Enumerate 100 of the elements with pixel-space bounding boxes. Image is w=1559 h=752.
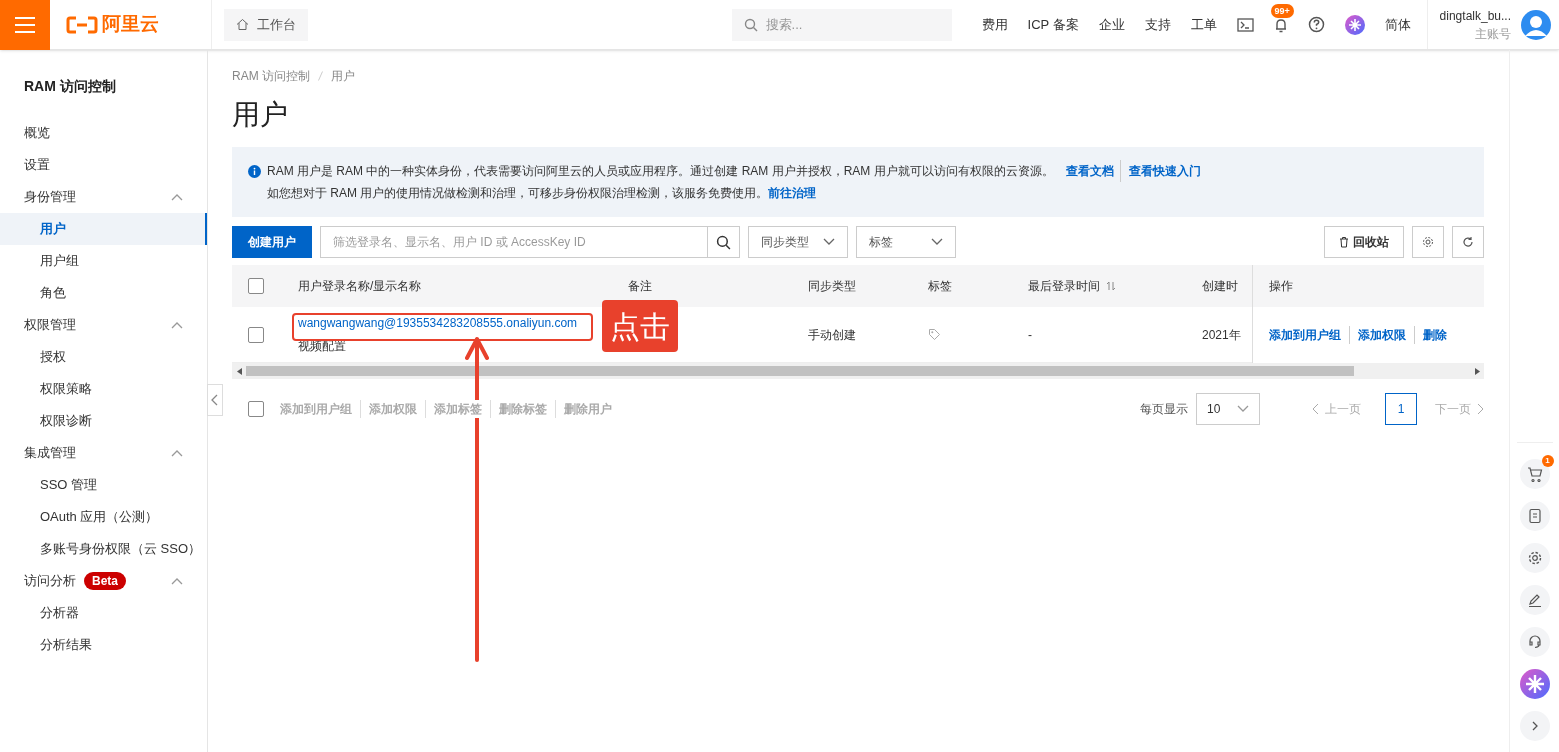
notice-link[interactable]: 查看文档 bbox=[1065, 160, 1114, 182]
chevron-left-icon bbox=[1312, 403, 1319, 415]
sidebar-item[interactable]: 用户 bbox=[0, 213, 207, 245]
cart-icon[interactable] bbox=[1519, 459, 1550, 489]
sidebar-item[interactable]: 权限策略 bbox=[0, 373, 207, 405]
refresh-icon[interactable] bbox=[1452, 226, 1484, 258]
pencil-icon[interactable] bbox=[1519, 585, 1550, 615]
page-button[interactable]: 1 bbox=[1385, 393, 1417, 425]
sidebar-item[interactable]: 角色 bbox=[0, 277, 207, 309]
filter-select[interactable]: 同步类型 bbox=[748, 226, 848, 258]
column-header: 创建时 bbox=[1202, 278, 1238, 295]
group-label: 权限管理 bbox=[24, 316, 76, 335]
sync-type-cell-text: 手动创建 bbox=[807, 326, 857, 344]
nav-link[interactable]: 企业 bbox=[1088, 14, 1135, 35]
nav-link[interactable]: 支持 bbox=[1134, 14, 1181, 35]
sidebar-item[interactable]: 授权 bbox=[0, 341, 207, 373]
caret-icon bbox=[931, 238, 943, 246]
row-action-link[interactable]: 删除 bbox=[1414, 326, 1447, 344]
page-size-label: 每页显示 bbox=[1140, 401, 1188, 418]
create-user-button[interactable]: 创建用户 bbox=[232, 226, 312, 258]
checkbox[interactable] bbox=[248, 278, 264, 294]
last-login-cell-text: - bbox=[1027, 326, 1033, 344]
recycle-bin-button[interactable]: 回收站 bbox=[1324, 226, 1404, 258]
chevron-icon bbox=[171, 449, 183, 457]
home-icon bbox=[236, 18, 249, 31]
sparkle-icon[interactable] bbox=[1519, 669, 1550, 699]
sidebar-group[interactable]: 访问分析 Beta bbox=[0, 565, 207, 597]
cart-badge: 1 bbox=[1541, 455, 1554, 467]
horizontal-scrollbar[interactable] bbox=[232, 363, 1484, 379]
sidebar-item[interactable]: 权限诊断 bbox=[0, 405, 207, 437]
caret-icon bbox=[823, 238, 835, 246]
notice-text: 如您想对于 RAM 用户的使用情况做检测和治理，可移步身份权限治理检测，该服务免费使用。 bbox=[267, 185, 769, 202]
filter-select[interactable]: 标签 bbox=[856, 226, 956, 258]
tag-icon[interactable] bbox=[928, 328, 941, 341]
filter-field[interactable]: 筛选登录名、显示名、用户 ID 或 AccessKey ID bbox=[320, 226, 708, 258]
settings-icon[interactable] bbox=[1412, 226, 1444, 258]
sidebar-title: RAM 访问控制 bbox=[23, 77, 117, 96]
workbench-button[interactable]: 工作台 bbox=[224, 8, 308, 41]
sidebar-item[interactable]: 分析器 bbox=[0, 597, 207, 629]
notice-text: RAM 用户是 RAM 中的一种实体身份，代表需要访问阿里云的人员或应用程序。通过创建 RAM 用户并授权，RAM 用户就可以访问有权限的云资源。 bbox=[267, 163, 1054, 180]
sidebar-group[interactable]: 权限管理 bbox=[0, 309, 207, 341]
sidebar-item[interactable]: OAuth 应用（公测） bbox=[0, 501, 207, 533]
column-header: 标签 bbox=[928, 278, 952, 295]
caret-icon bbox=[1237, 405, 1249, 413]
sidebar-item[interactable]: 用户组 bbox=[0, 245, 207, 277]
checkbox[interactable] bbox=[248, 401, 264, 417]
notice-link[interactable]: 查看快速入门 bbox=[1119, 160, 1201, 182]
sidebar-item[interactable]: 设置 bbox=[0, 149, 207, 181]
avatar-icon[interactable] bbox=[1521, 9, 1551, 40]
page-size-select[interactable]: 10 bbox=[1196, 393, 1260, 425]
info-icon bbox=[248, 164, 261, 178]
row-action-link[interactable]: 添加权限 bbox=[1349, 326, 1406, 344]
nav-link[interactable]: ICP 备案 bbox=[1017, 14, 1089, 35]
collapse-handle[interactable] bbox=[207, 384, 223, 416]
column-header: 同步类型 bbox=[808, 278, 856, 295]
page-title: 用户 bbox=[232, 98, 289, 132]
search-field[interactable]: 搜索... bbox=[731, 8, 952, 41]
created-cell-text: 2021年 bbox=[1201, 326, 1241, 344]
terminal-icon[interactable] bbox=[1236, 17, 1254, 32]
column-header: 用户登录名称/显示名称 bbox=[298, 278, 422, 295]
chevron-icon bbox=[171, 577, 183, 585]
breadcrumb-link[interactable]: RAM 访问控制 bbox=[232, 67, 310, 85]
annotation-label: 点击 bbox=[602, 300, 678, 352]
sidebar-item[interactable]: SSO 管理 bbox=[0, 469, 207, 501]
help-icon[interactable] bbox=[1307, 16, 1325, 33]
search-icon bbox=[743, 17, 758, 32]
sidebar-item[interactable]: 分析结果 bbox=[0, 629, 207, 661]
row-action-link[interactable]: 添加到用户组 bbox=[1269, 326, 1341, 344]
headset-icon[interactable] bbox=[1519, 627, 1550, 657]
user-login-link[interactable]: wangwangwang@1935534283208555.onaliyun.com bbox=[298, 314, 578, 332]
notice-link[interactable]: 前往治理 bbox=[768, 182, 817, 204]
sidebar-group[interactable]: 身份管理 bbox=[0, 181, 207, 213]
language-link[interactable]: 简体 bbox=[1374, 14, 1421, 35]
nav-link[interactable]: 费用 bbox=[971, 14, 1018, 35]
sparkle-icon[interactable] bbox=[1344, 14, 1365, 35]
sidebar-item[interactable]: 多账号身份权限（云 SSO） bbox=[0, 533, 207, 565]
chevron-icon bbox=[171, 193, 183, 201]
trash-icon bbox=[1339, 236, 1349, 248]
beta-badge: Beta bbox=[84, 572, 126, 590]
breadcrumb-separator bbox=[318, 71, 323, 81]
settings-icon[interactable] bbox=[1519, 543, 1550, 573]
column-header: 最后登录时间 bbox=[1028, 278, 1100, 295]
menu-icon[interactable] bbox=[0, 0, 50, 50]
sidebar-item[interactable]: 概览 bbox=[0, 117, 207, 149]
phone-icon[interactable] bbox=[1519, 501, 1550, 531]
column-header: 操作 bbox=[1269, 278, 1293, 295]
search-button[interactable] bbox=[708, 226, 740, 258]
sidebar-group[interactable]: 集成管理 bbox=[0, 437, 207, 469]
chevron-icon bbox=[171, 321, 183, 329]
breadcrumb-current: 用户 bbox=[331, 68, 355, 85]
nav-link[interactable]: 工单 bbox=[1180, 14, 1227, 35]
checkbox[interactable] bbox=[248, 326, 264, 343]
notification-badge: 99+ bbox=[1270, 3, 1294, 18]
sort-icon[interactable] bbox=[1106, 281, 1116, 291]
account-name[interactable]: dingtalk_bu... bbox=[1439, 6, 1511, 25]
group-label: 集成管理 bbox=[24, 444, 76, 463]
bell-icon[interactable] bbox=[1273, 16, 1288, 33]
group-label: 访问分析 bbox=[24, 572, 76, 591]
column-header: 备注 bbox=[628, 278, 652, 295]
chevron-right-icon[interactable] bbox=[1519, 711, 1550, 741]
